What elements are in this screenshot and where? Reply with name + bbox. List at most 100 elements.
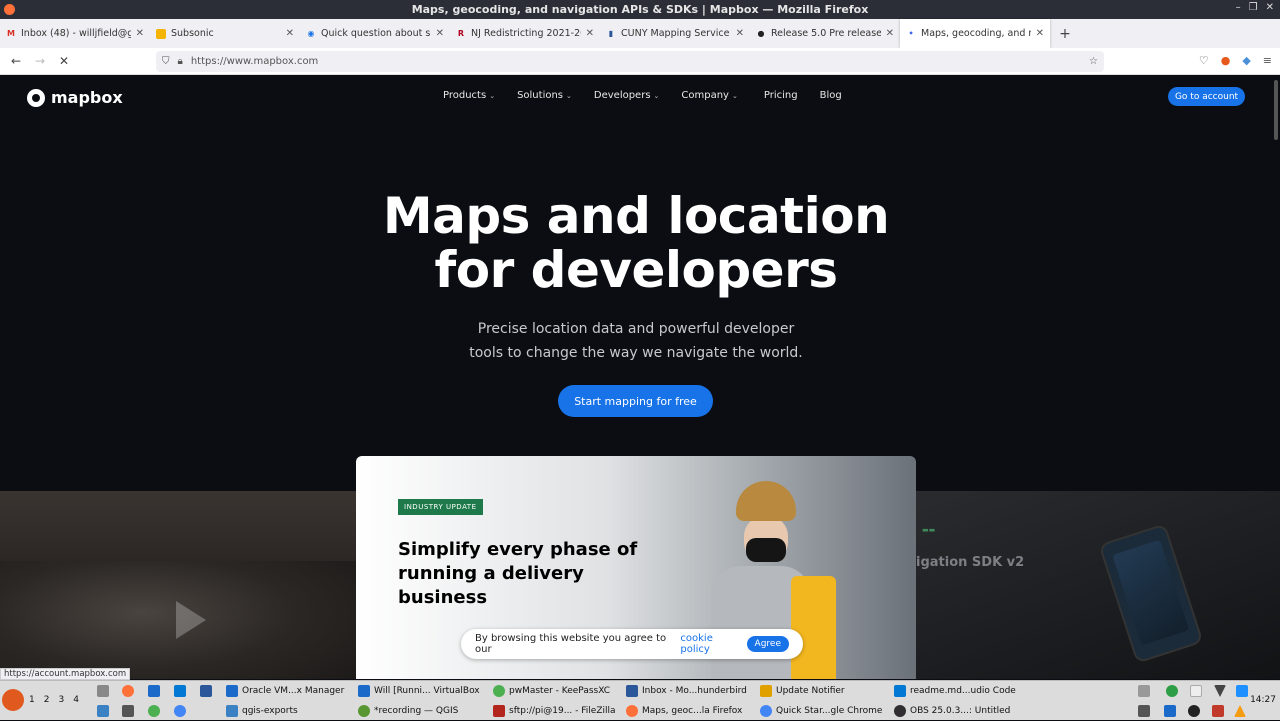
mapbox-logo[interactable]: mapbox — [27, 88, 123, 107]
url-bar[interactable]: ⛉ 🔒︎ https://www.mapbox.com ☆ — [156, 51, 1104, 72]
folder-icon — [226, 705, 238, 717]
vlc-icon[interactable] — [1234, 705, 1246, 717]
nav-solutions[interactable]: Solutions ⌄ — [517, 90, 572, 101]
firefox-icon — [626, 705, 638, 717]
url-text[interactable]: https://www.mapbox.com — [191, 56, 318, 67]
page-scrollbar[interactable] — [1274, 80, 1278, 140]
tab-cuny-mapping[interactable]: ▮ CUNY Mapping Service ✕ — [600, 19, 750, 48]
lock-icon[interactable]: 🔒︎ — [178, 56, 183, 67]
agree-button[interactable]: Agree — [746, 636, 789, 652]
obs-tray-icon[interactable] — [1188, 705, 1200, 717]
thunderbird-launcher-icon[interactable] — [200, 685, 212, 697]
virtualbox-launcher-icon[interactable] — [148, 685, 160, 697]
taskbar-item-chrome[interactable]: Quick Star...gle Chrome — [760, 702, 888, 720]
tab-quick-question[interactable]: ◉ Quick question about su ✕ — [300, 19, 450, 48]
taskbar-item-qgis-exports[interactable]: qgis-exports — [226, 702, 352, 720]
nav-developers[interactable]: Developers ⌄ — [594, 90, 660, 101]
window-titlebar: Maps, geocoding, and navigation APIs & S… — [0, 0, 1280, 19]
forward-arrow-icon[interactable]: → — [28, 54, 52, 68]
cookie-policy-link[interactable]: cookie policy — [680, 633, 742, 655]
carousel-card-left[interactable] — [0, 491, 356, 679]
taskbar-item-label: Quick Star...gle Chrome — [776, 706, 883, 716]
close-icon[interactable]: ✕ — [1266, 2, 1274, 13]
terminal-launcher-icon[interactable] — [122, 705, 134, 717]
taskbar-item-update-notifier[interactable]: Update Notifier — [760, 682, 888, 700]
chevron-down-icon: ⌄ — [489, 92, 496, 100]
workspace-1[interactable]: 1 — [29, 695, 35, 705]
notes-icon[interactable] — [1190, 685, 1202, 697]
shield-icon[interactable]: ⛉ — [162, 56, 170, 67]
ry-icon: R — [457, 28, 465, 38]
window-controls: – ❐ ✕ — [1236, 2, 1274, 13]
mapbox-icon: • — [908, 28, 914, 38]
taskbar-item-vscode[interactable]: readme.md...udio Code — [894, 682, 1026, 700]
taskbar-item-virtualbox-manager[interactable]: Oracle VM...x Manager — [226, 682, 352, 700]
keepass-icon — [493, 685, 505, 697]
hero-subtitle: Precise location data and powerful devel… — [0, 317, 1272, 365]
taskbar-item-obs[interactable]: OBS 25.0.3...: Untitled — [894, 702, 1026, 720]
nav-pricing[interactable]: Pricing — [764, 90, 798, 101]
workspace-2[interactable]: 2 — [44, 695, 50, 705]
volume-icon[interactable] — [1138, 705, 1150, 717]
bluetooth-icon[interactable] — [1164, 705, 1176, 717]
zoom-icon[interactable] — [1236, 685, 1248, 697]
nav-products[interactable]: Products ⌄ — [443, 90, 495, 101]
taskbar-item-virtualbox-vm[interactable]: Will [Runni... VirtualBox — [358, 682, 488, 700]
tab-nj-redistricting[interactable]: R NJ Redistricting 2021-20 ✕ — [450, 19, 600, 48]
chrome-launcher-icon[interactable] — [174, 705, 186, 717]
mail-launcher-icon[interactable] — [97, 705, 109, 717]
workspace-4[interactable]: 4 — [73, 695, 79, 705]
close-icon[interactable]: ✕ — [436, 28, 444, 39]
taskbar-item-label: Update Notifier — [776, 686, 845, 696]
clipboard-icon[interactable] — [1138, 685, 1150, 697]
pocket-icon[interactable]: ♡ — [1199, 54, 1209, 67]
firefox-launcher-icon[interactable] — [122, 685, 134, 697]
play-icon[interactable] — [176, 601, 206, 639]
wifi-icon[interactable] — [1214, 685, 1226, 697]
taskbar-item-firefox[interactable]: Maps, geoc...la Firefox — [626, 702, 754, 720]
keepass-launcher-icon[interactable] — [148, 705, 160, 717]
stop-icon[interactable]: ✕ — [52, 54, 76, 68]
close-icon[interactable]: ✕ — [136, 28, 144, 39]
tab-mapbox[interactable]: • Maps, geocoding, and na ✕ — [900, 19, 1050, 48]
nav-label: Products — [443, 90, 487, 101]
close-icon[interactable]: ✕ — [586, 28, 594, 39]
tab-github-release[interactable]: ● Release 5.0 Pre release ✕ — [750, 19, 900, 48]
nav-label: Developers — [593, 90, 651, 101]
bookmark-star-icon[interactable]: ☆ — [1089, 56, 1098, 67]
vscode-icon — [894, 685, 906, 697]
navigation-toolbar: ← → ✕ ⛉ 🔒︎ https://www.mapbox.com ☆ ♡ ● … — [0, 48, 1280, 75]
taskbar-item-filezilla[interactable]: sftp://pi@19... - FileZilla — [493, 702, 621, 720]
taskbar-item-keepassxc[interactable]: pwMaster - KeePassXC — [493, 682, 621, 700]
close-icon[interactable]: ✕ — [886, 28, 894, 39]
maximize-icon[interactable]: ❐ — [1249, 2, 1258, 13]
minimize-icon[interactable]: – — [1236, 2, 1241, 13]
network-icon[interactable] — [1212, 705, 1224, 717]
tab-gmail[interactable]: M Inbox (48) - willjfield@g ✕ — [0, 19, 150, 48]
ublock-icon[interactable]: ● — [1221, 54, 1231, 67]
vscode-launcher-icon[interactable] — [174, 685, 186, 697]
extension-icon[interactable]: ◆ — [1242, 54, 1250, 67]
close-icon[interactable]: ✕ — [286, 28, 294, 39]
status-green-icon[interactable] — [1166, 685, 1178, 697]
workspace-3[interactable]: 3 — [58, 695, 64, 705]
taskbar-item-qgis[interactable]: *recording — QGIS — [358, 702, 488, 720]
back-arrow-icon[interactable]: ← — [4, 54, 28, 68]
nav-company[interactable]: Company ⌄ — [681, 90, 737, 101]
go-to-account-button[interactable]: Go to account — [1168, 87, 1245, 106]
close-icon[interactable]: ✕ — [1036, 28, 1044, 39]
nav-blog[interactable]: Blog — [820, 90, 842, 101]
tab-subsonic[interactable]: Subsonic ✕ — [150, 19, 300, 48]
taskbar-item-thunderbird[interactable]: Inbox - Mo...hunderbird — [626, 682, 754, 700]
carousel-card-right[interactable]: ▬▬ igation SDK v2 — [916, 491, 1280, 679]
start-menu-icon[interactable] — [2, 689, 24, 711]
start-mapping-button[interactable]: Start mapping for free — [558, 385, 713, 417]
clock[interactable]: 14:27 — [1250, 695, 1276, 705]
filezilla-icon — [493, 705, 505, 717]
close-icon[interactable]: ✕ — [736, 28, 744, 39]
new-tab-button[interactable]: + — [1050, 26, 1080, 42]
menu-icon[interactable]: ≡ — [1263, 54, 1272, 67]
hero-title-line: for developers — [434, 241, 839, 299]
system-tray: 14:27 — [1130, 681, 1280, 721]
file-manager-launcher-icon[interactable] — [97, 685, 109, 697]
